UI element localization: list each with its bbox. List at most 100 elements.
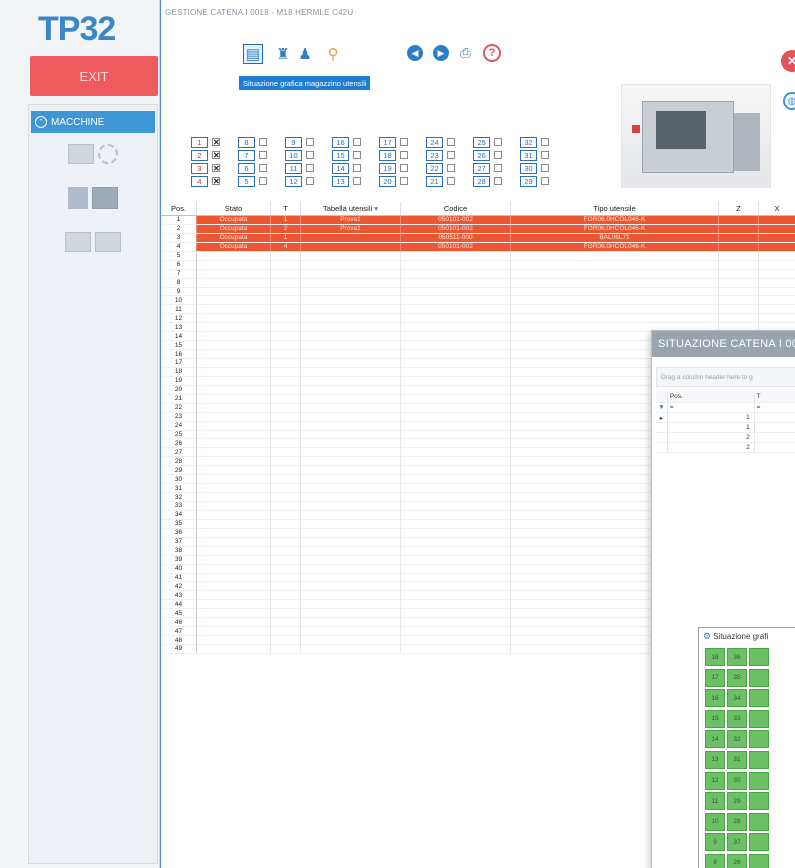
- col-t[interactable]: T: [271, 202, 301, 215]
- col-x[interactable]: X: [759, 202, 795, 215]
- slot-checkbox[interactable]: [259, 151, 267, 160]
- slot-number[interactable]: 17: [379, 136, 396, 148]
- dialog-row[interactable]: 2: [656, 433, 795, 443]
- magazine-slot-cell[interactable]: 8: [705, 853, 725, 868]
- slot-checkbox[interactable]: [541, 177, 549, 186]
- slot-checkbox[interactable]: [400, 138, 408, 147]
- magazine-slot-cell[interactable]: 32: [727, 730, 747, 749]
- slot-number[interactable]: 31: [520, 149, 537, 161]
- table-row[interactable]: 2 Occupata 2 Prova1 050101-002 FOR06.0HCOL046…: [161, 224, 795, 234]
- slot-number[interactable]: 24: [426, 136, 443, 148]
- slot-checkbox[interactable]: [400, 164, 408, 173]
- magazine-slot-cell[interactable]: [749, 648, 769, 666]
- slot-number[interactable]: 14: [332, 162, 349, 174]
- table-row[interactable]: 9: [161, 287, 795, 297]
- table-row[interactable]: 12: [161, 314, 795, 324]
- slot-checkbox[interactable]: [353, 164, 361, 173]
- tool-lock-icon[interactable]: ♜: [273, 44, 293, 64]
- slot-checkbox[interactable]: [306, 164, 314, 173]
- slot-checkbox[interactable]: [447, 164, 455, 173]
- table-row[interactable]: 8: [161, 278, 795, 288]
- slot-number[interactable]: 21: [426, 175, 443, 187]
- slot-number[interactable]: 26: [473, 149, 490, 161]
- col-codice[interactable]: Codice: [401, 202, 511, 215]
- graphic-title[interactable]: ⚙ Situazione grafi: [699, 628, 795, 644]
- slot-checkbox[interactable]: [400, 151, 408, 160]
- slot-number[interactable]: 16: [332, 136, 349, 148]
- slot-checkbox[interactable]: [494, 177, 502, 186]
- magazine-slot-cell[interactable]: 9: [705, 833, 725, 852]
- table-row[interactable]: 5: [161, 251, 795, 261]
- magazine-slot-cell[interactable]: 13: [705, 750, 725, 769]
- slot-checkbox[interactable]: [447, 177, 455, 186]
- magazine-slot-cell[interactable]: [749, 750, 769, 769]
- arrow-left-icon[interactable]: ◀: [407, 45, 423, 61]
- filter-t[interactable]: =: [755, 403, 795, 412]
- slot-number[interactable]: 15: [332, 149, 349, 161]
- slot-checkbox[interactable]: [494, 164, 502, 173]
- slot-checkbox[interactable]: [400, 177, 408, 186]
- magazine-slot-cell[interactable]: 37: [727, 833, 747, 852]
- magazine-slot-cell[interactable]: 10: [705, 812, 725, 831]
- magazine-slot-cell[interactable]: 29: [727, 792, 747, 811]
- print-icon[interactable]: ⎙: [457, 45, 474, 60]
- col-stato[interactable]: Stato: [197, 202, 271, 215]
- magazine-slot-cell[interactable]: 33: [727, 709, 747, 728]
- globe-icon[interactable]: ◍: [783, 92, 795, 110]
- magazine-slot-cell[interactable]: 18: [705, 648, 725, 666]
- close-button[interactable]: ✕: [781, 50, 795, 72]
- slot-number[interactable]: 8: [238, 136, 255, 148]
- slot-checkbox[interactable]: [447, 151, 455, 160]
- slot-number[interactable]: 27: [473, 162, 490, 174]
- magazine-slot-cell[interactable]: [749, 709, 769, 728]
- slot-number[interactable]: 19: [379, 162, 396, 174]
- chevron-down-icon[interactable]: ▾: [374, 204, 378, 213]
- filter-pos[interactable]: =: [668, 403, 755, 412]
- slot-number[interactable]: 13: [332, 175, 349, 187]
- slot-checkbox[interactable]: [259, 138, 267, 147]
- table-row[interactable]: 1 Occupata 1 Prova1 050101-002 FOR06.0HCOL046…: [161, 216, 795, 225]
- magazine-slot-cell[interactable]: 30: [727, 771, 747, 790]
- slot-checkbox[interactable]: [259, 177, 267, 186]
- dialog-col-t[interactable]: T: [755, 391, 795, 402]
- group-hint[interactable]: Drag a column header here to g: [656, 367, 795, 387]
- dialog-title[interactable]: SITUAZIONE CATENA I 00: [652, 331, 795, 357]
- slot-checkbox[interactable]: [259, 164, 267, 173]
- machine-lathe-icon[interactable]: [55, 139, 131, 169]
- slot-number[interactable]: 12: [285, 175, 302, 187]
- slot-number[interactable]: 22: [426, 162, 443, 174]
- dialog-row[interactable]: ▸ 1: [656, 413, 795, 423]
- magazine-slot-cell[interactable]: 14: [705, 730, 725, 749]
- slot-number[interactable]: 29: [520, 175, 537, 187]
- machine-header[interactable]: ⌃ MACCHINE: [31, 111, 155, 133]
- slot-number[interactable]: 11: [285, 162, 302, 174]
- magazine-slot-cell[interactable]: 31: [727, 750, 747, 769]
- tool-icon[interactable]: ♟: [295, 44, 315, 64]
- slot-number[interactable]: 7: [238, 149, 255, 161]
- slot-checkbox[interactable]: [541, 151, 549, 160]
- slot-number[interactable]: 32: [520, 136, 537, 148]
- machine-center-icon[interactable]: [55, 227, 131, 257]
- dialog-filter-row[interactable]: ▼ = =: [656, 403, 795, 413]
- slot-checkbox[interactable]: [494, 138, 502, 147]
- slot-number[interactable]: 1: [191, 136, 208, 148]
- slot-number[interactable]: 5: [238, 175, 255, 187]
- slot-checkbox[interactable]: [306, 138, 314, 147]
- help-button[interactable]: ?: [483, 44, 501, 62]
- dialog-col-pos[interactable]: Pos.: [668, 391, 755, 402]
- slot-checkbox[interactable]: ✕: [212, 177, 220, 186]
- slot-checkbox[interactable]: [494, 151, 502, 160]
- slot-checkbox[interactable]: [541, 138, 549, 147]
- table-row[interactable]: 7: [161, 269, 795, 279]
- col-tipo[interactable]: Tipo utensile: [511, 202, 719, 215]
- slot-number[interactable]: 3: [191, 162, 208, 174]
- col-tabella[interactable]: Tabella utensili ▾: [301, 202, 401, 215]
- magazine-slot-cell[interactable]: 12: [705, 771, 725, 790]
- magazine-slot-cell[interactable]: 34: [727, 689, 747, 708]
- slot-checkbox[interactable]: [306, 151, 314, 160]
- slot-number[interactable]: 2: [191, 149, 208, 161]
- magazine-slot-cell[interactable]: [749, 792, 769, 811]
- magazine-slot-cell[interactable]: 28: [727, 812, 747, 831]
- slot-number[interactable]: 6: [238, 162, 255, 174]
- magazine-slot-cell[interactable]: 17: [705, 668, 725, 687]
